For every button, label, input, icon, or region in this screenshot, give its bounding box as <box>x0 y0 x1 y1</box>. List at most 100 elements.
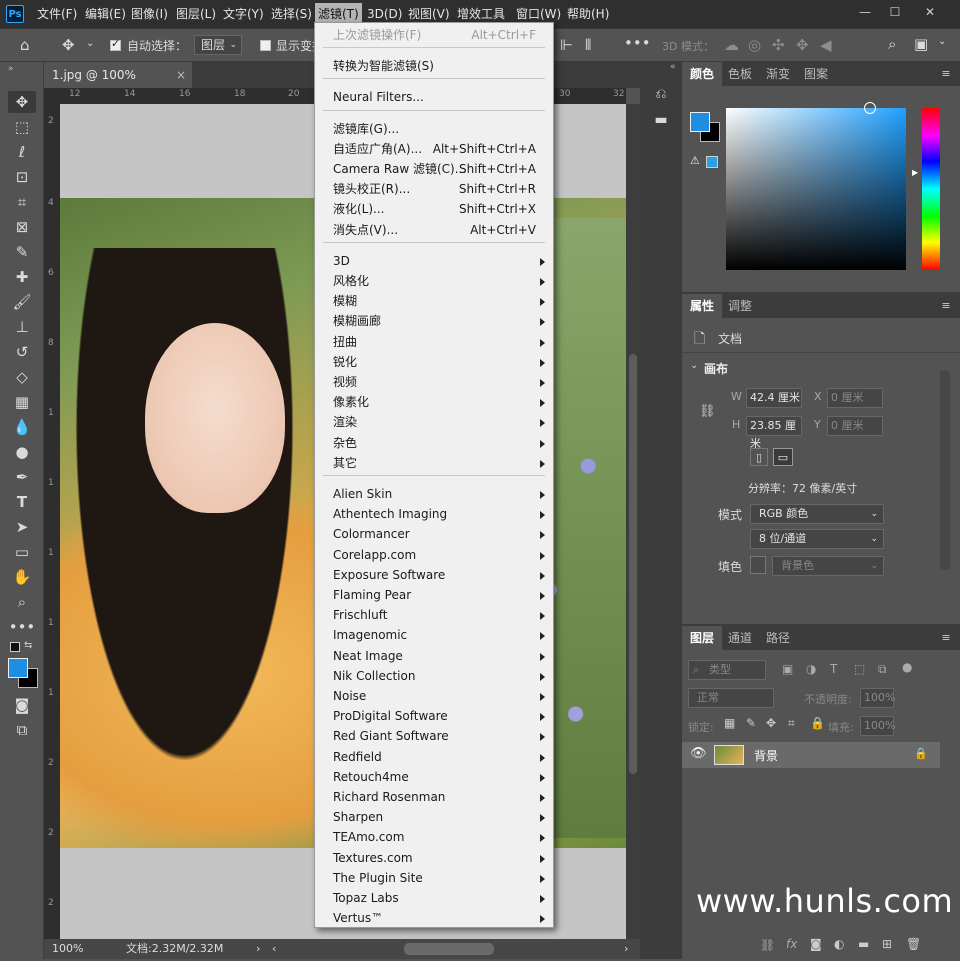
menu-type[interactable]: 文字(Y) <box>220 0 267 28</box>
panel-menu-icon[interactable]: ≡ <box>940 68 952 80</box>
healing-tool-icon[interactable]: ✚ <box>8 266 36 288</box>
history-brush-icon[interactable]: ↺ <box>8 341 36 363</box>
frame-tool-icon[interactable]: ⊠ <box>8 216 36 238</box>
tab-color[interactable]: 颜色 <box>682 62 723 86</box>
gamut-swatch[interactable] <box>706 156 718 168</box>
plugin-submenu-item[interactable]: Athentech Imaging <box>316 504 552 524</box>
plugin-submenu-item[interactable]: Alien Skin <box>316 484 552 504</box>
tab-layers[interactable]: 图层 <box>682 626 723 650</box>
menu-item-filter[interactable]: 自适应广角(A)... Alt+Shift+Ctrl+A <box>316 139 552 159</box>
new-layer-icon[interactable]: ⊞ <box>882 937 892 951</box>
brush-tool-icon[interactable]: 🖌 <box>8 291 36 313</box>
plugin-submenu-item[interactable]: Topaz Labs <box>316 888 552 908</box>
lock-position-icon[interactable]: ✥ <box>766 716 776 730</box>
y-field[interactable]: 0 厘米 <box>827 416 883 436</box>
eye-visibility-icon[interactable]: 👁 <box>690 746 707 761</box>
submenu-item[interactable]: 其它 <box>316 453 552 473</box>
auto-select-checkbox[interactable] <box>110 37 121 51</box>
show-transform-checkbox[interactable] <box>260 40 271 51</box>
tab-channels[interactable]: 通道 <box>720 626 760 650</box>
submenu-item[interactable]: 锐化 <box>316 352 552 372</box>
menu-item-filter[interactable]: 滤镜库(G)... <box>316 119 552 139</box>
menu-edit[interactable]: 编辑(E) <box>82 0 129 28</box>
opacity-field[interactable]: 100% <box>860 688 895 708</box>
zoom-tool-icon[interactable]: ⌕ <box>8 591 36 613</box>
menu-layer[interactable]: 图层(L) <box>173 0 219 28</box>
plugin-submenu-item[interactable]: Richard Rosenman <box>316 787 552 807</box>
more-icon[interactable]: ••• <box>624 34 651 52</box>
plugin-submenu-item[interactable]: Sharpen <box>316 807 552 827</box>
tab-adjustments[interactable]: 调整 <box>720 294 760 318</box>
portrait-orientation-icon[interactable]: ▯ <box>750 448 768 466</box>
plugin-submenu-item[interactable]: The Plugin Site <box>316 868 552 888</box>
more-tools-icon[interactable]: ••• <box>8 616 36 638</box>
hand-tool-icon[interactable]: ✋ <box>8 566 36 588</box>
chevron-down-icon[interactable]: ⌄ <box>86 38 94 49</box>
plugin-submenu-item[interactable]: Exposure Software <box>316 565 552 585</box>
plugin-submenu-item[interactable]: Corelapp.com <box>316 545 552 565</box>
align-center-icon[interactable]: ⫴ <box>585 36 591 54</box>
layer-filter-dropdown[interactable]: ⌕ 类型 <box>688 660 766 680</box>
collapse-icon[interactable]: » <box>8 64 14 74</box>
filter-shape-icon[interactable]: ⬚ <box>854 662 865 676</box>
filter-toggle-icon[interactable]: ● <box>902 660 912 674</box>
layer-row[interactable]: 👁 背景 🔒 <box>682 742 940 768</box>
maximize-icon[interactable]: ☐ <box>885 4 905 20</box>
zoom-level[interactable]: 100% <box>52 939 83 959</box>
fill-field[interactable]: 100% <box>860 716 895 736</box>
panel-menu-icon[interactable]: ≡ <box>940 300 952 312</box>
adjustment-layer-icon[interactable]: ◐ <box>834 937 844 951</box>
search-icon[interactable]: ⌕ <box>888 35 896 53</box>
bit-depth-dropdown[interactable]: 8 位/通道 ⌄ <box>750 529 884 549</box>
status-expand-icon[interactable]: › <box>256 939 260 959</box>
vertical-scrollbar[interactable] <box>626 104 640 939</box>
stamp-tool-icon[interactable]: ⊥ <box>8 316 36 338</box>
plugin-submenu-item[interactable]: Retouch4me <box>316 767 552 787</box>
marquee-tool-icon[interactable]: ⬚ <box>8 116 36 138</box>
3d-orbit-icon[interactable]: ☁ <box>724 36 739 54</box>
submenu-item[interactable]: 模糊 <box>316 291 552 311</box>
3d-roll-icon[interactable]: ◎ <box>748 36 761 54</box>
delete-layer-icon[interactable]: 🗑 <box>906 937 921 951</box>
fill-dropdown[interactable]: 背景色 ⌄ <box>772 556 884 576</box>
3d-camera-icon[interactable]: ◀ <box>820 36 832 54</box>
hue-slider-handle[interactable]: ▶ <box>912 168 918 177</box>
plugin-submenu-item[interactable]: Nik Collection <box>316 666 552 686</box>
plugin-submenu-item[interactable]: Frischluft <box>316 605 552 625</box>
plugin-submenu-item[interactable]: ProDigital Software <box>316 706 552 726</box>
minimize-icon[interactable]: — <box>855 4 875 20</box>
properties-scrollbar[interactable] <box>940 370 950 570</box>
submenu-item[interactable]: 3D <box>316 251 552 271</box>
menu-select[interactable]: 选择(S) <box>268 0 315 28</box>
pen-tool-icon[interactable]: ✒ <box>8 466 36 488</box>
foreground-color-swatch[interactable] <box>690 112 710 132</box>
scrollbar-thumb[interactable] <box>629 354 637 774</box>
eraser-tool-icon[interactable]: ◇ <box>8 366 36 388</box>
tab-paths[interactable]: 路径 <box>758 626 798 650</box>
tab-properties[interactable]: 属性 <box>682 294 723 318</box>
tab-patterns[interactable]: 图案 <box>796 62 836 86</box>
menu-item-last-filter[interactable]: 上次滤镜操作(F) Alt+Ctrl+F <box>316 25 552 45</box>
submenu-item[interactable]: 风格化 <box>316 271 552 291</box>
hue-slider[interactable] <box>922 108 940 270</box>
lock-pixels-icon[interactable]: ✎ <box>746 716 756 730</box>
3d-slide-icon[interactable]: ✥ <box>796 36 809 54</box>
lasso-tool-icon[interactable]: ℓ <box>8 141 36 163</box>
eyedropper-tool-icon[interactable]: ✎ <box>8 241 36 263</box>
home-icon[interactable]: ⌂ <box>20 36 30 54</box>
layer-lock-icon[interactable]: 🔒 <box>914 747 928 760</box>
scroll-right-icon[interactable]: › <box>624 939 628 959</box>
fx-icon[interactable]: fx <box>786 937 797 951</box>
quick-mask-icon[interactable]: ◙ <box>8 694 36 716</box>
type-tool-icon[interactable]: T <box>8 491 36 513</box>
height-field[interactable]: 23.85 厘米 <box>746 416 802 450</box>
menu-item-convert-smart-filter[interactable]: 转换为智能滤镜(S) <box>316 56 552 76</box>
auto-select-target-dropdown[interactable]: 图层 ⌄ <box>194 35 242 55</box>
submenu-item[interactable]: 杂色 <box>316 433 552 453</box>
link-layers-icon[interactable]: ⛓ <box>760 938 775 952</box>
collapse-icon[interactable]: « <box>670 62 676 72</box>
rectangle-tool-icon[interactable]: ▭ <box>8 541 36 563</box>
close-tab-icon[interactable]: × <box>176 62 186 88</box>
chevron-down-icon[interactable]: ⌄ <box>690 360 698 371</box>
new-group-icon[interactable]: ▬ <box>858 937 869 951</box>
